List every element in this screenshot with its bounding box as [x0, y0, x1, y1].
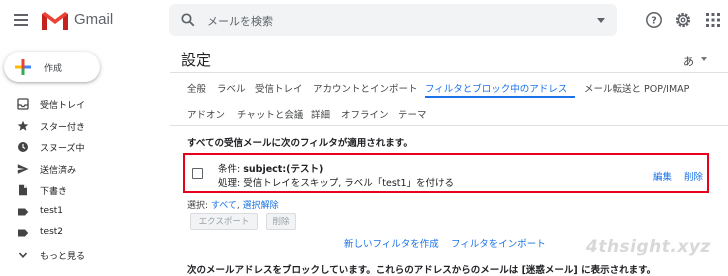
sidebar-item-starred[interactable]: スター付き — [0, 116, 160, 136]
tab-addons[interactable]: アドオン — [187, 107, 225, 121]
draft-icon — [19, 184, 27, 196]
compose-label: 作成 — [44, 64, 63, 74]
tab-forwarding-pop-imap[interactable]: メール転送と POP/IMAP — [584, 81, 689, 95]
sidebar-item-label: もっと見る — [40, 252, 86, 262]
sidebar-item-inbox[interactable]: 受信トレイ — [0, 94, 160, 114]
select-prefix: 選択: — [187, 201, 211, 211]
sidebar-item-sent[interactable]: 送信済み — [0, 159, 160, 179]
tab-filters-blocked[interactable]: フィルタとブロック中のアドレス — [425, 81, 567, 95]
tab-labels[interactable]: ラベル — [217, 81, 246, 95]
apps-grid-icon[interactable] — [704, 11, 722, 29]
plus-icon — [15, 59, 31, 75]
sidebar-item-drafts[interactable]: 下書き — [0, 180, 160, 200]
label-icon — [18, 208, 29, 216]
tab-themes[interactable]: テーマ — [398, 107, 427, 121]
active-tab-indicator — [425, 96, 575, 98]
sidebar-item-test1[interactable]: test1 — [0, 202, 160, 222]
search-icon[interactable] — [181, 13, 195, 27]
site-watermark: 4thsight.xyz — [586, 237, 711, 257]
chevron-down-icon[interactable] — [701, 57, 707, 61]
top-bar: Gmail ? — [0, 0, 728, 42]
sidebar-item-label: 下書き — [40, 187, 68, 197]
sidebar-item-snoozed[interactable]: スヌーズ中 — [0, 137, 160, 157]
sidebar-item-label: スター付き — [40, 123, 86, 133]
divider — [170, 125, 728, 126]
sidebar-item-label: スヌーズ中 — [40, 144, 85, 154]
sidebar-item-label: 受信トレイ — [40, 101, 86, 111]
help-icon[interactable]: ? — [645, 11, 663, 29]
filter-action: 処理: 受信トレイをスキップ, ラベル「test1」を付ける — [218, 178, 455, 189]
select-all-link[interactable]: すべて — [211, 201, 237, 211]
compose-button[interactable]: 作成 — [4, 52, 100, 82]
tab-general[interactable]: 全般 — [187, 81, 206, 95]
search-options-icon[interactable] — [597, 18, 605, 23]
inbox-icon — [17, 98, 29, 110]
edit-filter-link[interactable]: 編集 — [653, 169, 672, 183]
svg-text:?: ? — [651, 15, 657, 26]
criteria-value: subject:(テスト) — [243, 164, 324, 175]
clock-icon — [18, 142, 28, 152]
delete-filter-link[interactable]: 削除 — [684, 169, 703, 183]
tab-advanced[interactable]: 詳細 — [311, 107, 330, 121]
tab-offline[interactable]: オフライン — [341, 107, 389, 121]
sidebar-item-label: test2 — [40, 227, 64, 237]
tab-accounts-import[interactable]: アカウントとインポート — [313, 81, 418, 95]
sidebar-item-test2[interactable]: test2 — [0, 223, 160, 243]
select-none-link[interactable]: 選択解除 — [243, 201, 279, 211]
select-controls: 選択: すべて, 選択解除 — [187, 198, 279, 211]
label-icon — [18, 229, 29, 237]
input-language-toggle[interactable]: あ — [683, 53, 694, 69]
search-bar — [169, 4, 617, 36]
star-icon — [17, 120, 29, 131]
send-icon — [17, 164, 29, 174]
search-input[interactable] — [205, 10, 569, 32]
filter-select-checkbox[interactable] — [192, 168, 203, 179]
sidebar-item-label: test1 — [40, 206, 64, 216]
divider — [170, 72, 728, 73]
sidebar-item-more[interactable]: もっと見る — [0, 245, 160, 265]
criteria-prefix: 条件: — [218, 164, 244, 175]
tab-chat-meet[interactable]: チャットと会議 — [237, 107, 303, 121]
import-filters-link[interactable]: フィルタをインポート — [451, 236, 546, 250]
blocked-addresses-heading: 次のメールアドレスをブロックしています。これらのアドレスからのメールは [迷惑メ… — [187, 265, 657, 276]
tab-inbox[interactable]: 受信トレイ — [255, 81, 303, 95]
chevron-down-icon — [18, 252, 28, 258]
settings-gear-icon[interactable] — [674, 11, 692, 29]
export-button[interactable]: エクスポート — [190, 213, 258, 230]
create-filter-link[interactable]: 新しいフィルタを作成 — [344, 236, 439, 250]
sidebar-item-label: 送信済み — [40, 166, 77, 176]
page-title: 設定 — [181, 51, 212, 69]
filters-heading: すべての受信メールに次のフィルタが適用されます。 — [187, 138, 413, 149]
app-name: Gmail — [74, 11, 114, 28]
main-menu-icon[interactable] — [14, 14, 28, 26]
gmail-logo-icon[interactable] — [41, 10, 69, 31]
filter-criteria: 条件: subject:(テスト) — [218, 161, 323, 175]
delete-button[interactable]: 削除 — [266, 213, 296, 230]
